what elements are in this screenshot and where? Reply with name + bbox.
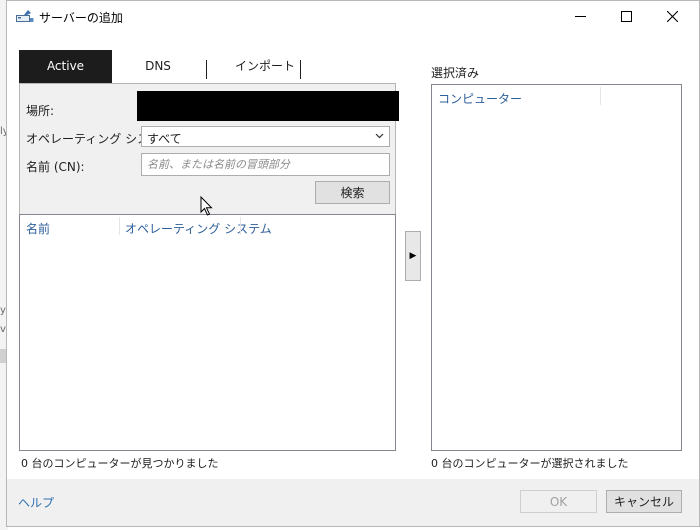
tab-active-directory[interactable]: Active Directory — [19, 50, 112, 106]
column-header-computer[interactable]: コンピューター — [438, 90, 522, 107]
location-value-redacted[interactable] — [137, 91, 399, 121]
maximize-button[interactable] — [603, 1, 649, 32]
column-divider[interactable] — [240, 217, 241, 235]
found-count-status: 0 台のコンピューターが見つかりました — [21, 457, 219, 470]
selected-count-status: 0 台のコンピューターが選択されました — [431, 457, 629, 470]
tab-import[interactable]: インポート — [219, 50, 311, 83]
server-manager-icon — [16, 10, 34, 22]
column-divider[interactable] — [600, 87, 601, 105]
column-header-name[interactable]: 名前 — [26, 220, 50, 237]
chevron-down-icon — [375, 133, 384, 139]
minimize-icon — [574, 16, 586, 17]
arrow-right-icon: ▶ — [409, 251, 417, 261]
add-to-selected-button[interactable]: ▶ — [405, 231, 421, 281]
help-link[interactable]: ヘルプ — [18, 494, 54, 511]
ok-button[interactable]: OK — [520, 490, 597, 513]
search-button[interactable]: 検索 — [315, 181, 390, 204]
close-button[interactable] — [649, 1, 695, 32]
name-label: 名前 (CN): — [26, 160, 85, 174]
search-results-list[interactable]: 名前 オペレーティング システム — [19, 214, 396, 451]
source-tabs: Active Directory DNS インポート — [19, 50, 399, 106]
tab-divider — [300, 60, 301, 79]
selected-computers-list[interactable]: コンピューター — [431, 84, 682, 451]
cancel-button[interactable]: キャンセル — [606, 490, 682, 513]
location-label: 場所: — [26, 104, 55, 118]
mouse-pointer-icon — [200, 196, 213, 216]
os-dropdown[interactable]: すべて — [141, 126, 390, 147]
column-header-os[interactable]: オペレーティング システム — [125, 220, 272, 237]
maximize-icon — [620, 11, 632, 22]
window-title: サーバーの追加 — [39, 11, 123, 25]
tab-dns[interactable]: DNS — [119, 50, 197, 83]
selected-label: 選択済み — [431, 66, 480, 80]
add-server-dialog: サーバーの追加 Active Directory DNS インポート 場所: オ… — [6, 0, 700, 527]
dialog-footer: ヘルプ OK キャンセル — [7, 479, 699, 526]
close-icon — [666, 11, 678, 22]
search-panel: 場所: オペレーティング システム: すべて 名前 (CN): 検索 — [19, 83, 399, 214]
os-dropdown-value: すべて — [147, 132, 182, 146]
minimize-button[interactable] — [557, 1, 603, 32]
tab-divider — [206, 60, 207, 79]
name-search-input[interactable] — [141, 153, 390, 176]
column-divider[interactable] — [119, 217, 120, 235]
title-bar: サーバーの追加 — [7, 1, 699, 32]
